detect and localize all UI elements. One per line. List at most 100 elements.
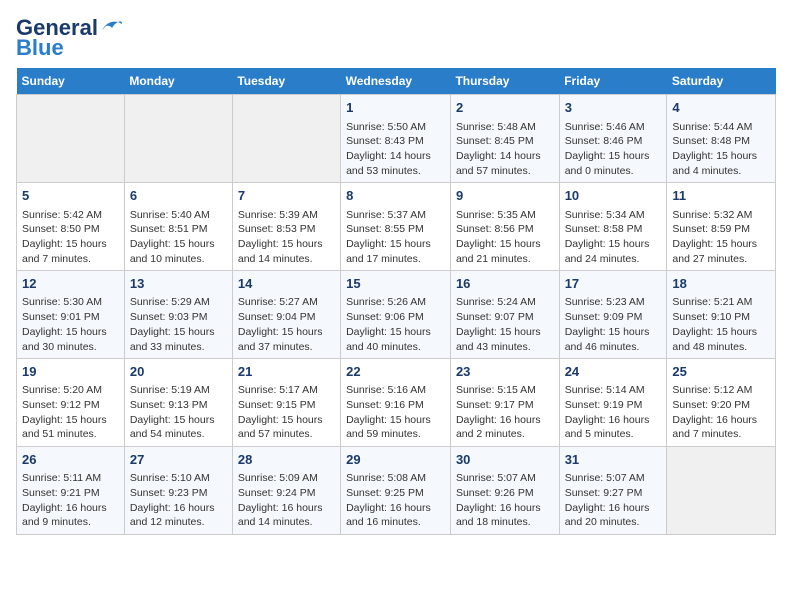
- day-number: 9: [456, 187, 554, 205]
- day-number: 10: [565, 187, 662, 205]
- calendar-cell: 28 Sunrise: 5:09 AMSunset: 9:24 PMDayligh…: [232, 447, 340, 535]
- day-number: 23: [456, 363, 554, 381]
- week-row-4: 19 Sunrise: 5:20 AMSunset: 9:12 PMDayligh…: [17, 359, 776, 447]
- day-info: Sunrise: 5:44 AMSunset: 8:48 PMDaylight:…: [672, 120, 770, 179]
- day-number: 24: [565, 363, 662, 381]
- day-number: 11: [672, 187, 770, 205]
- day-info: Sunrise: 5:07 AMSunset: 9:27 PMDaylight:…: [565, 471, 662, 530]
- day-info: Sunrise: 5:14 AMSunset: 9:19 PMDaylight:…: [565, 383, 662, 442]
- day-info: Sunrise: 5:12 AMSunset: 9:20 PMDaylight:…: [672, 383, 770, 442]
- calendar-cell: [667, 447, 776, 535]
- calendar-cell: 23 Sunrise: 5:15 AMSunset: 9:17 PMDayligh…: [450, 359, 559, 447]
- header-monday: Monday: [124, 68, 232, 95]
- calendar-cell: 18 Sunrise: 5:21 AMSunset: 9:10 PMDayligh…: [667, 271, 776, 359]
- calendar-cell: 20 Sunrise: 5:19 AMSunset: 9:13 PMDayligh…: [124, 359, 232, 447]
- day-number: 6: [130, 187, 227, 205]
- calendar-cell: 25 Sunrise: 5:12 AMSunset: 9:20 PMDayligh…: [667, 359, 776, 447]
- calendar-cell: 17 Sunrise: 5:23 AMSunset: 9:09 PMDayligh…: [559, 271, 667, 359]
- header-saturday: Saturday: [667, 68, 776, 95]
- day-info: Sunrise: 5:42 AMSunset: 8:50 PMDaylight:…: [22, 208, 119, 267]
- calendar-cell: 10 Sunrise: 5:34 AMSunset: 8:58 PMDayligh…: [559, 183, 667, 271]
- day-info: Sunrise: 5:21 AMSunset: 9:10 PMDaylight:…: [672, 295, 770, 354]
- header-friday: Friday: [559, 68, 667, 95]
- day-number: 29: [346, 451, 445, 469]
- day-number: 21: [238, 363, 335, 381]
- header-row: SundayMondayTuesdayWednesdayThursdayFrid…: [17, 68, 776, 95]
- calendar-cell: 1 Sunrise: 5:50 AMSunset: 8:43 PMDaylight…: [341, 95, 451, 183]
- day-number: 18: [672, 275, 770, 293]
- day-number: 30: [456, 451, 554, 469]
- calendar-cell: 8 Sunrise: 5:37 AMSunset: 8:55 PMDaylight…: [341, 183, 451, 271]
- calendar-cell: 29 Sunrise: 5:08 AMSunset: 9:25 PMDayligh…: [341, 447, 451, 535]
- calendar-cell: 12 Sunrise: 5:30 AMSunset: 9:01 PMDayligh…: [17, 271, 125, 359]
- day-info: Sunrise: 5:19 AMSunset: 9:13 PMDaylight:…: [130, 383, 227, 442]
- day-number: 27: [130, 451, 227, 469]
- day-info: Sunrise: 5:46 AMSunset: 8:46 PMDaylight:…: [565, 120, 662, 179]
- calendar-cell: 13Sunrise: 5:29 AMSunset: 9:03 PMDayligh…: [124, 271, 232, 359]
- day-info: Sunrise: 5:09 AMSunset: 9:24 PMDaylight:…: [238, 471, 335, 530]
- week-row-2: 5 Sunrise: 5:42 AMSunset: 8:50 PMDaylight…: [17, 183, 776, 271]
- calendar-cell: [232, 95, 340, 183]
- day-number: 15: [346, 275, 445, 293]
- day-info: Sunrise: 5:23 AMSunset: 9:09 PMDaylight:…: [565, 295, 662, 354]
- calendar-cell: [17, 95, 125, 183]
- day-info: Sunrise: 5:17 AMSunset: 9:15 PMDaylight:…: [238, 383, 335, 442]
- day-info: Sunrise: 5:34 AMSunset: 8:58 PMDaylight:…: [565, 208, 662, 267]
- day-info: Sunrise: 5:27 AMSunset: 9:04 PMDaylight:…: [238, 295, 335, 354]
- header-wednesday: Wednesday: [341, 68, 451, 95]
- calendar-cell: 6 Sunrise: 5:40 AMSunset: 8:51 PMDaylight…: [124, 183, 232, 271]
- calendar-cell: 7 Sunrise: 5:39 AMSunset: 8:53 PMDaylight…: [232, 183, 340, 271]
- day-info: Sunrise: 5:39 AMSunset: 8:53 PMDaylight:…: [238, 208, 335, 267]
- calendar-table: SundayMondayTuesdayWednesdayThursdayFrid…: [16, 68, 776, 535]
- logo-bird-icon: [100, 18, 122, 34]
- calendar-cell: 14 Sunrise: 5:27 AMSunset: 9:04 PMDayligh…: [232, 271, 340, 359]
- day-info: Sunrise: 5:40 AMSunset: 8:51 PMDaylight:…: [130, 208, 227, 267]
- day-info: Sunrise: 5:35 AMSunset: 8:56 PMDaylight:…: [456, 208, 554, 267]
- calendar-cell: 19 Sunrise: 5:20 AMSunset: 9:12 PMDayligh…: [17, 359, 125, 447]
- day-number: 8: [346, 187, 445, 205]
- day-number: 17: [565, 275, 662, 293]
- calendar-cell: 31Sunrise: 5:07 AMSunset: 9:27 PMDayligh…: [559, 447, 667, 535]
- day-number: 3: [565, 99, 662, 117]
- calendar-cell: [124, 95, 232, 183]
- header-tuesday: Tuesday: [232, 68, 340, 95]
- calendar-cell: 5 Sunrise: 5:42 AMSunset: 8:50 PMDaylight…: [17, 183, 125, 271]
- calendar-cell: 2 Sunrise: 5:48 AMSunset: 8:45 PMDaylight…: [450, 95, 559, 183]
- day-info: Sunrise: 5:48 AMSunset: 8:45 PMDaylight:…: [456, 120, 554, 179]
- day-number: 5: [22, 187, 119, 205]
- day-info: Sunrise: 5:08 AMSunset: 9:25 PMDaylight:…: [346, 471, 445, 530]
- day-info: Sunrise: 5:16 AMSunset: 9:16 PMDaylight:…: [346, 383, 445, 442]
- day-info: Sunrise: 5:30 AMSunset: 9:01 PMDaylight:…: [22, 295, 119, 354]
- calendar-cell: 11Sunrise: 5:32 AMSunset: 8:59 PMDayligh…: [667, 183, 776, 271]
- day-number: 14: [238, 275, 335, 293]
- week-row-5: 26Sunrise: 5:11 AMSunset: 9:21 PMDayligh…: [17, 447, 776, 535]
- day-number: 12: [22, 275, 119, 293]
- day-number: 2: [456, 99, 554, 117]
- day-info: Sunrise: 5:37 AMSunset: 8:55 PMDaylight:…: [346, 208, 445, 267]
- day-number: 25: [672, 363, 770, 381]
- header-sunday: Sunday: [17, 68, 125, 95]
- day-info: Sunrise: 5:29 AMSunset: 9:03 PMDaylight:…: [130, 295, 227, 354]
- calendar-cell: 26Sunrise: 5:11 AMSunset: 9:21 PMDayligh…: [17, 447, 125, 535]
- day-number: 20: [130, 363, 227, 381]
- day-number: 4: [672, 99, 770, 117]
- day-number: 28: [238, 451, 335, 469]
- day-info: Sunrise: 5:15 AMSunset: 9:17 PMDaylight:…: [456, 383, 554, 442]
- day-info: Sunrise: 5:07 AMSunset: 9:26 PMDaylight:…: [456, 471, 554, 530]
- calendar-cell: 30 Sunrise: 5:07 AMSunset: 9:26 PMDayligh…: [450, 447, 559, 535]
- logo-blue: Blue: [16, 36, 64, 60]
- day-number: 26: [22, 451, 119, 469]
- day-info: Sunrise: 5:24 AMSunset: 9:07 PMDaylight:…: [456, 295, 554, 354]
- day-number: 1: [346, 99, 445, 117]
- day-number: 19: [22, 363, 119, 381]
- calendar-cell: 24 Sunrise: 5:14 AMSunset: 9:19 PMDayligh…: [559, 359, 667, 447]
- day-number: 7: [238, 187, 335, 205]
- header-thursday: Thursday: [450, 68, 559, 95]
- week-row-1: 1 Sunrise: 5:50 AMSunset: 8:43 PMDaylight…: [17, 95, 776, 183]
- day-info: Sunrise: 5:20 AMSunset: 9:12 PMDaylight:…: [22, 383, 119, 442]
- calendar-cell: 27Sunrise: 5:10 AMSunset: 9:23 PMDayligh…: [124, 447, 232, 535]
- day-info: Sunrise: 5:50 AMSunset: 8:43 PMDaylight:…: [346, 120, 445, 179]
- calendar-cell: 21 Sunrise: 5:17 AMSunset: 9:15 PMDayligh…: [232, 359, 340, 447]
- calendar-cell: 4 Sunrise: 5:44 AMSunset: 8:48 PMDaylight…: [667, 95, 776, 183]
- calendar-cell: 16Sunrise: 5:24 AMSunset: 9:07 PMDayligh…: [450, 271, 559, 359]
